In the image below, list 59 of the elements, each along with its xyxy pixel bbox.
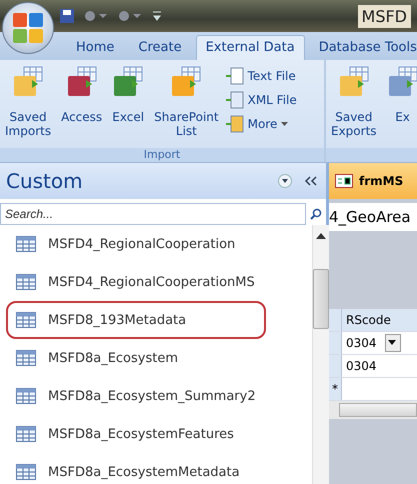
document-tab[interactable]: frmMS: [329, 163, 417, 199]
scroll-thumb[interactable]: [312, 269, 329, 329]
table-icon: [16, 274, 36, 290]
window-title: MSFD: [358, 4, 411, 28]
folder-icon: [12, 66, 44, 98]
ribbon-button[interactable]: Saved Imports: [2, 66, 54, 138]
group-label: Import: [0, 148, 324, 162]
table-icon: [16, 464, 36, 480]
undo-icon[interactable]: [84, 10, 108, 22]
horizontal-scrollbar[interactable]: [329, 401, 417, 419]
folder-icon: [338, 66, 370, 98]
new-row-marker: *: [329, 378, 342, 400]
ribbon-button[interactable]: Text File: [226, 66, 297, 86]
search-field[interactable]: Search...: [0, 203, 306, 225]
dropdown-icon[interactable]: [278, 174, 292, 188]
ribbon-button[interactable]: More: [226, 114, 297, 134]
search-icon: [310, 208, 322, 220]
ribbon-button[interactable]: Access: [58, 66, 106, 124]
ribbon-button[interactable]: SharePoint List: [151, 66, 222, 138]
table-list-item[interactable]: MSFD8a_EcosystemMetadata: [6, 453, 266, 484]
scrollbar[interactable]: [312, 225, 329, 484]
customize-caret-icon[interactable]: [152, 10, 162, 22]
column-header[interactable]: RScode: [342, 309, 417, 331]
document-icon: [226, 91, 244, 109]
ribbon-tab[interactable]: External Data: [196, 35, 305, 60]
redo-icon[interactable]: [118, 10, 142, 22]
ribbon-button[interactable]: Ex: [384, 66, 417, 124]
dropdown-button[interactable]: [384, 334, 401, 352]
table-list-item[interactable]: MSFD4_RegionalCooperation: [6, 225, 266, 263]
ribbon-tab[interactable]: Database Tools: [308, 35, 417, 60]
table-icon: [16, 312, 36, 328]
table-icon: [16, 426, 36, 442]
document-icon: [226, 67, 244, 85]
office-button[interactable]: [2, 2, 54, 54]
table-list-item[interactable]: MSFD8a_Ecosystem_Summary2: [6, 377, 266, 415]
spreadsheet-icon: [112, 66, 144, 98]
table-list-item[interactable]: MSFD4_RegionalCooperationMS: [6, 263, 266, 301]
form-caption: 4_GeoArea: [329, 203, 417, 231]
table-cell[interactable]: 0304: [342, 355, 417, 377]
key-icon: [66, 66, 98, 98]
ribbon-button[interactable]: Excel: [109, 66, 148, 124]
table-icon: [16, 388, 36, 404]
table-icon: [16, 236, 36, 252]
scroll-up-icon[interactable]: [316, 233, 326, 239]
table-cell[interactable]: 0304: [342, 332, 417, 354]
table-list-item[interactable]: MSFD8_193Metadata: [6, 301, 266, 339]
save-icon[interactable]: [60, 9, 74, 23]
ribbon-button[interactable]: XML File: [226, 90, 297, 110]
table-list-item[interactable]: MSFD8a_EcosystemFeatures: [6, 415, 266, 453]
pane-title: Custom: [6, 169, 84, 193]
form-icon: [335, 174, 353, 188]
ribbon-button[interactable]: Saved Exports: [328, 66, 380, 138]
table-list-item[interactable]: MSFD8a_Ecosystem: [6, 339, 266, 377]
table-icon: [386, 66, 417, 98]
ribbon-tab[interactable]: Create: [128, 35, 192, 60]
table-icon: [16, 350, 36, 366]
database-icon: [226, 115, 244, 133]
ribbon-tab[interactable]: Home: [66, 35, 124, 60]
list-icon: [170, 66, 202, 98]
